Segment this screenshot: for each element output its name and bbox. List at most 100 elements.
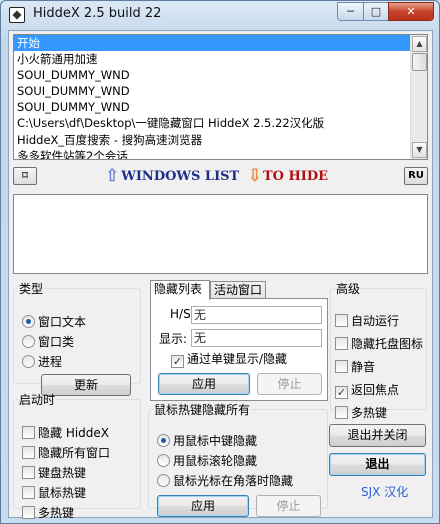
display-hotkey-field[interactable]: 无 — [191, 329, 322, 347]
startup-multi-hotkey[interactable]: 多热键 — [22, 505, 74, 521]
startup-group: 启动时 隐藏 HiddeX 隐藏所有窗口 键盘热键 鼠标热键 多热键 — [13, 391, 141, 520]
app-window: HiddeX 2.5 build 22 ─ □ ✕ 开始 小火箭通用加速 SOU… — [0, 0, 440, 524]
exit-and-close-button[interactable]: 退出并关闭 — [329, 424, 426, 447]
app-icon — [9, 7, 25, 23]
mouse-hotkey-group: 鼠标热键隐藏所有 用鼠标中键隐藏 用鼠标滚轮隐藏 鼠标光标在角落时隐藏 应用 停… — [148, 401, 328, 517]
checkbox-label: 隐藏托盘图标 — [351, 337, 424, 351]
radio-label: 鼠标光标在角落时隐藏 — [173, 474, 294, 488]
transfer-banner: ⇧ WINDOWS LIST ⇩TO HIDE — [105, 165, 328, 187]
transfer-bar: ⌑ ⇧ WINDOWS LIST ⇩TO HIDE RU — [13, 164, 428, 190]
list-item[interactable]: SOUI_DUMMY_WND — [14, 67, 427, 83]
radio-cursor-corner[interactable]: 鼠标光标在角落时隐藏 — [157, 473, 293, 489]
checkbox-label: 多热键 — [38, 506, 75, 520]
vertical-scrollbar[interactable]: ▲ ▼ — [410, 35, 427, 159]
radio-process[interactable]: 进程 — [22, 354, 62, 370]
tab-active-windows[interactable]: 活动窗口 — [210, 281, 266, 299]
radio-label: 用鼠标滚轮隐藏 — [173, 454, 258, 468]
close-button[interactable]: ✕ — [388, 2, 434, 21]
list-item[interactable]: C:\Users\df\Desktop\一键隐藏窗口 HiddeX 2.5.22… — [14, 115, 427, 131]
radio-window-class[interactable]: 窗口类 — [22, 334, 74, 350]
checkbox-label: 隐藏 HiddeX — [38, 426, 110, 440]
radio-middle-button[interactable]: 用鼠标中键隐藏 — [157, 433, 257, 449]
adv-autorun[interactable]: 自动运行 — [335, 313, 399, 329]
tab-panel: H/S: 无 显示: 无 ✓ 通过单键显示/隐藏 应用 停止 — [150, 298, 328, 401]
checkbox[interactable] — [22, 426, 35, 439]
checkbox[interactable] — [22, 486, 35, 499]
checkbox-label: 键盘热键 — [38, 466, 87, 480]
list-item[interactable]: 小火箭通用加速 — [14, 51, 427, 67]
adv-hide-tray-icon[interactable]: 隐藏托盘图标 — [335, 336, 423, 352]
list-item[interactable]: SOUI_DUMMY_WND — [14, 83, 427, 99]
display-label: 显示: — [159, 332, 188, 346]
checkbox[interactable] — [22, 506, 35, 519]
radio-indicator[interactable] — [22, 315, 35, 328]
type-group-legend: 类型 — [19, 282, 44, 296]
stop-hotkey-button[interactable]: 停止 — [257, 373, 322, 395]
single-key-toggle[interactable]: ✓ 通过单键显示/隐藏 — [171, 351, 288, 368]
checkbox[interactable]: ✓ — [171, 355, 184, 368]
radio-window-text[interactable]: 窗口文本 — [22, 314, 86, 330]
startup-mouse-hotkey[interactable]: 鼠标热键 — [22, 485, 86, 501]
windows-list-label[interactable]: WINDOWS LIST — [121, 169, 239, 184]
hide-list[interactable] — [13, 194, 428, 274]
checkbox[interactable] — [335, 406, 348, 419]
startup-hide-hiddex[interactable]: 隐藏 HiddeX — [22, 425, 109, 441]
stop-mouse-button[interactable]: 停止 — [256, 495, 321, 517]
startup-group-legend: 启动时 — [19, 393, 56, 407]
radio-label: 用鼠标中键隐藏 — [173, 434, 258, 448]
checkbox[interactable] — [22, 446, 35, 459]
arrow-up-icon[interactable]: ⇧ — [105, 165, 119, 187]
adv-mute[interactable]: 静音 — [335, 359, 375, 375]
adv-multi-hotkey[interactable]: 多热键 — [335, 405, 387, 421]
arrow-down-icon[interactable]: ⇩ — [248, 165, 262, 187]
radio-mouse-wheel[interactable]: 用鼠标滚轮隐藏 — [157, 453, 257, 469]
checkbox-label: 多热键 — [351, 406, 388, 420]
advanced-group-legend: 高级 — [336, 282, 361, 296]
maximize-button[interactable]: □ — [363, 2, 389, 21]
minimize-button[interactable]: ─ — [337, 2, 364, 21]
apply-mouse-button[interactable]: 应用 — [157, 495, 249, 517]
checkbox[interactable] — [335, 337, 348, 350]
tab-hide-list[interactable]: 隐藏列表 — [150, 280, 210, 300]
list-item[interactable]: 开始 — [14, 35, 410, 52]
exit-button[interactable]: 退出 — [329, 453, 426, 476]
checkbox[interactable]: ✓ — [335, 386, 348, 399]
radio-indicator[interactable] — [22, 335, 35, 348]
checkbox[interactable] — [335, 314, 348, 327]
scroll-thumb[interactable] — [412, 53, 427, 71]
client-area: 开始 小火箭通用加速 SOUI_DUMMY_WND SOUI_DUMMY_WND… — [8, 30, 433, 520]
adv-return-focus[interactable]: ✓ 返回焦点 — [335, 382, 400, 399]
list-item[interactable]: HiddeX_百度搜索 - 搜狗高速浏览器 — [14, 132, 427, 148]
mouse-group-legend: 鼠标热键隐藏所有 — [154, 403, 251, 417]
hs-hotkey-field[interactable]: 无 — [191, 306, 322, 324]
checkbox-label: 静音 — [351, 360, 376, 374]
radio-label: 窗口文本 — [38, 315, 87, 329]
checkbox[interactable] — [22, 466, 35, 479]
advanced-group: 高级 自动运行 隐藏托盘图标 静音 ✓ 返回焦点 多热键 — [330, 280, 427, 420]
radio-indicator[interactable] — [157, 434, 170, 447]
radio-indicator[interactable] — [22, 355, 35, 368]
translator-credit: SJX 汉化 — [361, 485, 409, 499]
checkbox-label: 返回焦点 — [351, 383, 400, 397]
windows-list[interactable]: 开始 小火箭通用加速 SOUI_DUMMY_WND SOUI_DUMMY_WND… — [13, 34, 428, 160]
checkbox-label: 通过单键显示/隐藏 — [187, 352, 288, 366]
checkbox-label: 隐藏所有窗口 — [38, 446, 111, 460]
apply-hotkey-button[interactable]: 应用 — [158, 373, 250, 395]
window-title: HiddeX 2.5 build 22 — [33, 6, 162, 21]
list-item[interactable]: 多多软件站等2个会话 — [14, 148, 427, 159]
radio-indicator[interactable] — [157, 454, 170, 467]
to-hide-label[interactable]: TO HIDE — [263, 169, 328, 184]
language-ru-button[interactable]: RU — [404, 167, 428, 185]
checkbox[interactable] — [335, 360, 348, 373]
radio-label: 窗口类 — [38, 335, 75, 349]
startup-hide-all[interactable]: 隐藏所有窗口 — [22, 445, 110, 461]
checkbox-label: 自动运行 — [351, 314, 400, 328]
startup-keyboard-hotkey[interactable]: 键盘热键 — [22, 465, 86, 481]
checkbox-label: 鼠标热键 — [38, 486, 87, 500]
scroll-up-icon[interactable]: ▲ — [412, 36, 427, 52]
scroll-down-icon[interactable]: ▼ — [412, 142, 427, 158]
radio-indicator[interactable] — [157, 474, 170, 487]
list-item[interactable]: SOUI_DUMMY_WND — [14, 99, 427, 115]
pin-button[interactable]: ⌑ — [13, 167, 37, 185]
title-bar[interactable]: HiddeX 2.5 build 22 ─ □ ✕ — [1, 1, 439, 29]
